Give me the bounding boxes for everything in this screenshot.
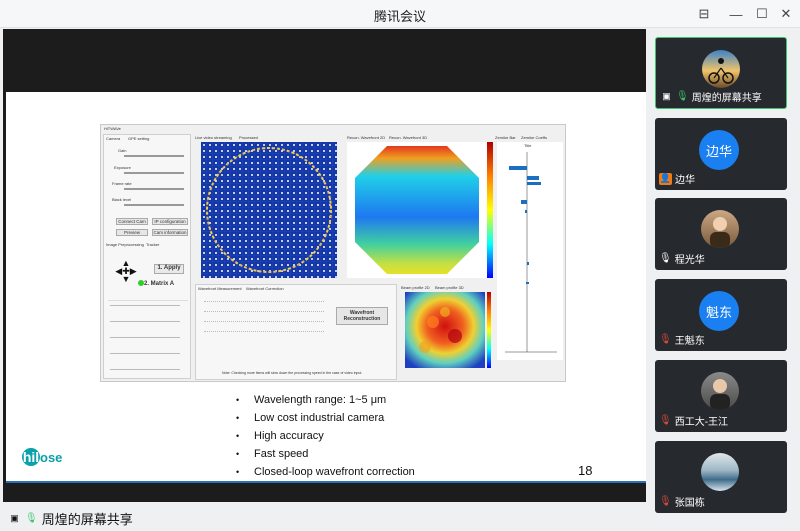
bullet-text: Closed-loop wavefront correction [254,466,415,478]
participant-tile[interactable]: 🎙 程光华 [655,198,787,270]
wavefront-reconstruction-button: Wavefront Reconstruction [336,307,388,325]
bullet-item: • High accuracy [236,430,324,442]
participant-name: 王魁东 [674,336,705,347]
bullet-text: Wavelength range: 1~5 μm [254,394,387,406]
minimize-button[interactable]: — [726,4,746,24]
participant-tile[interactable]: ▣ 🎙 周煌的屏幕共享 [655,37,787,109]
apply-button: 1. Apply [154,264,184,274]
screen-share-label[interactable]: ▣ 🎙 周煌的屏幕共享 [8,509,133,528]
software-screenshot: HiTWAVe Camera GPE setting Gain Exposure… [100,124,566,382]
participant-avatar [701,210,739,248]
label-black-level: Black level [112,197,132,202]
meeting-window: 腾讯会议 ⊟ — ☐ ✕ HiTWAVe Camera GPE setting … [0,0,800,531]
screen-share-icon: ▣ [662,91,671,101]
presentation-slide: HiTWAVe Camera GPE setting Gain Exposure… [6,92,646,483]
pin-icon[interactable]: ⊟ [694,4,714,24]
app-title: 腾讯会议 [373,9,426,24]
participant-name-row: 🎙 西工大-王江 [659,413,728,428]
participant-tile[interactable]: 🎙 张国栋 [655,441,787,513]
participant-avatar [701,372,739,410]
bullet-item: • Closed-loop wavefront correction [236,466,415,478]
cam-info-button: Cam information [152,229,188,236]
tab-live-video: Live video streaming [195,135,232,140]
preview-button: Preview [116,229,148,236]
status-led-icon [138,280,144,286]
participant-name-row: 🎙 张国栋 [659,494,705,509]
participant-avatar [701,453,739,491]
tab-recon-2d: Recon. Wavefront 2D [347,135,386,140]
bullet-text: Low cost industrial camera [254,412,385,424]
participant-avatar [702,50,740,88]
tab-camera: Camera [106,136,121,141]
screen-share-name: 周煌的屏幕共享 [41,512,133,527]
bullet-list: • Wavelength range: 1~5 μm • Low cost indu… [236,391,415,481]
bottom-bar: ▣ 🎙 周煌的屏幕共享 [0,502,646,531]
participant-name-row: 🎙 王魁东 [659,332,705,347]
bullet-text: High accuracy [254,430,324,442]
tab-zernike-coeffs: Zernike Coeffs [521,135,547,140]
tab-beam-2d: Beam profile 2D [401,285,430,290]
slide-page-number: 18 [578,463,593,478]
title-bar: 腾讯会议 ⊟ — ☐ ✕ [0,0,800,28]
participant-name: 张国栋 [674,498,705,509]
participant-avatar: 边华 [699,130,739,170]
tab-gpe: GPE setting [128,136,150,141]
zernike-bar-chart: Title [497,142,563,360]
tab-tracker: Tracker [146,242,160,247]
close-button[interactable]: ✕ [776,4,796,24]
connect-cam-button: Connect Cam [116,218,148,225]
left-panel: Camera GPE setting Gain Exposure Frame r… [103,134,191,379]
spot-pattern-image [201,142,337,278]
mic-muted-icon: 🎙 [659,334,672,345]
beam-colorbar [487,292,491,368]
tab-recon-3d: Recon. Wavefront 3D [389,135,428,140]
label-gain: Gain [118,148,127,153]
hilose-logo: hilose [22,448,63,466]
bullet-item: • Fast speed [236,448,309,460]
mic-on-icon: 🎙 [659,253,672,264]
maximize-button[interactable]: ☐ [752,4,772,24]
tab-processed: Processed [239,135,258,140]
participant-name: 西工大-王江 [674,417,729,428]
ip-config-button: IP configuration [152,218,188,225]
participant-name: 周煌的屏幕共享 [691,93,762,104]
mic-muted-icon: 🎙 [659,496,672,507]
arrow-pad-icon: ▲ ◀✚▶ ▼ [115,258,137,284]
shared-screen[interactable]: HiTWAVe Camera GPE setting Gain Exposure… [3,29,646,502]
participant-tile[interactable]: 🎙 西工大-王江 [655,360,787,432]
tab-beam-3d: Beam profile 3D [435,285,464,290]
participant-name-row: 🎙 程光华 [659,251,705,266]
label-frame-rate: Frame rate [112,181,132,186]
participant-name-row: 👤 边华 [659,171,695,186]
screen-share-icon: ▣ [10,513,19,523]
tab-image-preprocessing: Image Preprocessing [106,242,144,247]
tab-wavefront-measurement: Wavefront Measurement [198,286,242,291]
wavefront-map [347,142,487,278]
beam-profile-image [405,292,485,368]
wavefront-colorbar [487,142,493,278]
app-window-title: HiTWAVe [104,126,121,131]
label-exposure: Exposure [114,165,131,170]
tab-wavefront-correction: Wavefront Correction [246,286,284,291]
tab-zernike-bar: Zernike Bar [495,135,516,140]
bullet-text: Fast speed [254,448,309,460]
matrix-a-label: 2. Matrix A [144,281,175,287]
bullet-item: • Low cost industrial camera [236,412,385,424]
processing-note: Note: Checking more items will slow down… [222,371,363,375]
participant-name: 边华 [675,175,695,186]
participant-name: 程光华 [674,255,705,266]
participant-avatar: 魁东 [699,291,739,331]
mic-on-icon: 🎙 [676,91,689,102]
user-icon: 👤 [659,172,672,185]
mic-icon: 🎙 [25,513,38,524]
mic-muted-icon: 🎙 [659,415,672,426]
bullet-item: • Wavelength range: 1~5 μm [236,394,387,406]
wavefront-measurement-panel: Wavefront Measurement Wavefront Correcti… [195,284,397,380]
participant-tile[interactable]: 边华 👤 边华 [655,118,787,190]
participant-tile[interactable]: 魁东 🎙 王魁东 [655,279,787,351]
slide-footer-line [6,481,646,483]
participant-name-row: ▣ 🎙 周煌的屏幕共享 [660,89,762,104]
